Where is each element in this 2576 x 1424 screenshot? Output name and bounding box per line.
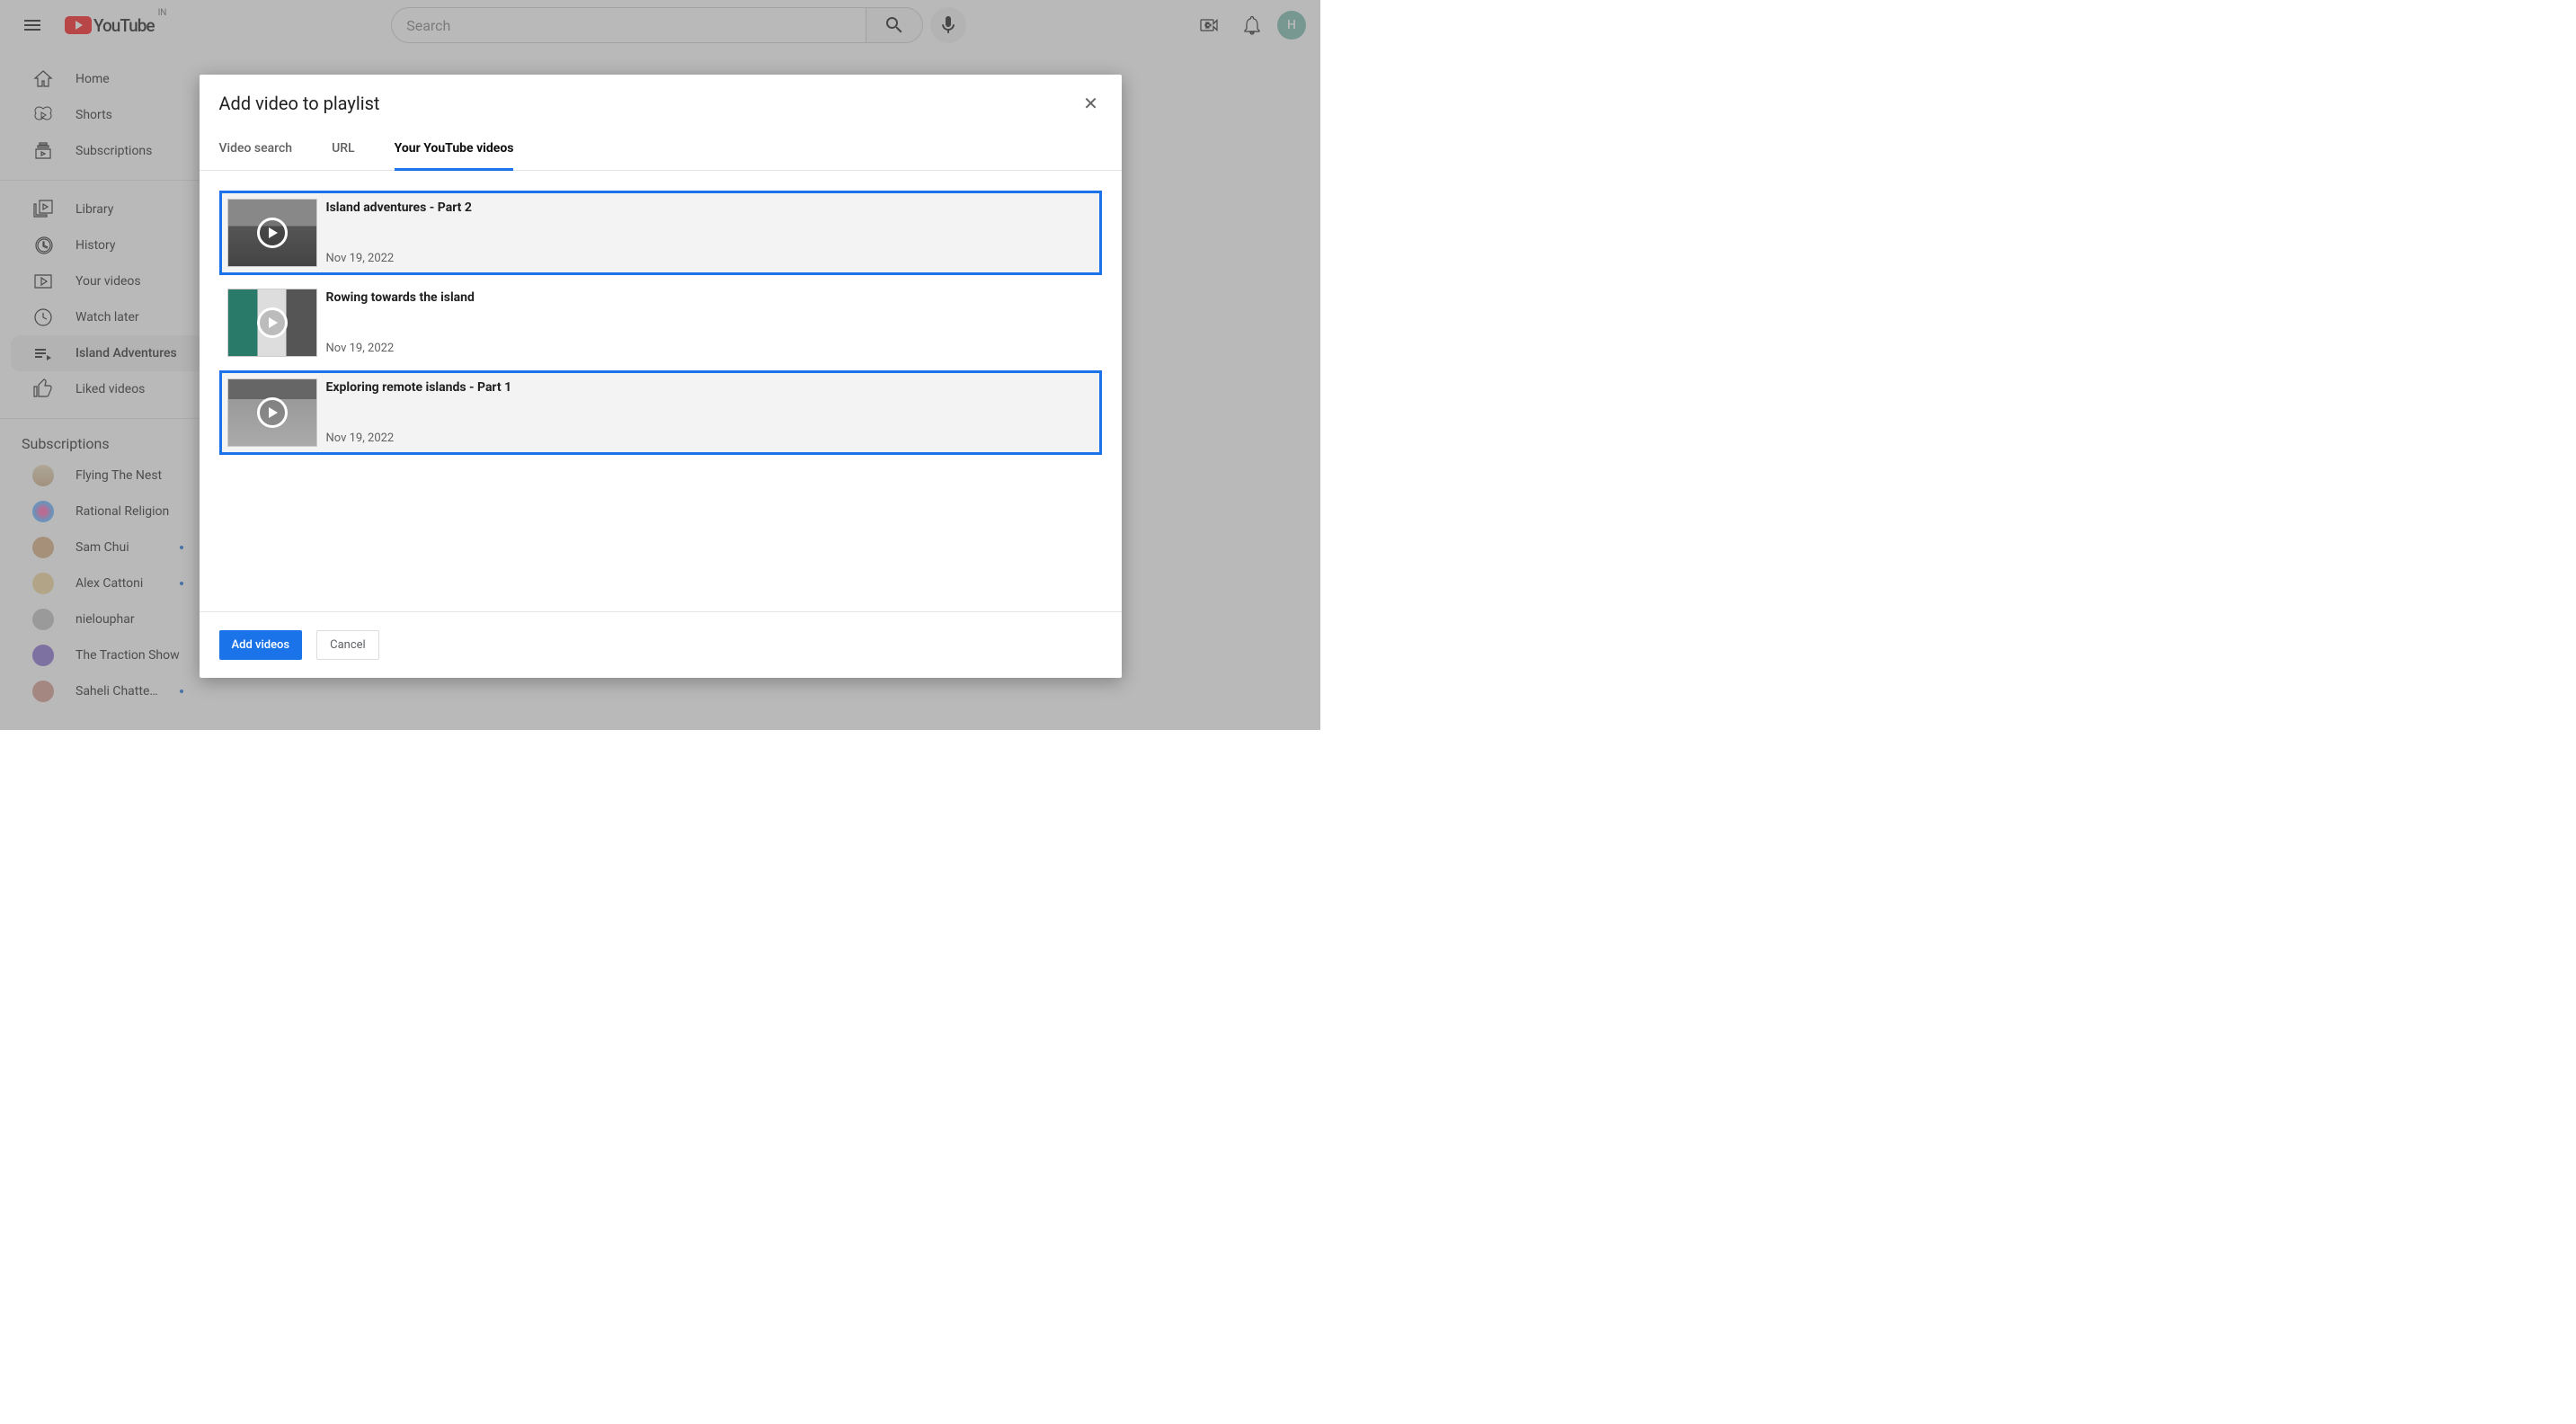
video-title: Exploring remote islands - Part 1 <box>326 380 512 395</box>
modal-tab[interactable]: URL <box>332 129 355 170</box>
play-icon <box>257 307 288 338</box>
video-thumbnail <box>227 378 317 447</box>
modal-footer: Add videos Cancel <box>200 611 1122 678</box>
video-row[interactable]: Rowing towards the island Nov 19, 2022 <box>219 280 1102 365</box>
play-icon <box>257 218 288 248</box>
close-button[interactable]: ✕ <box>1080 93 1102 114</box>
modal-title: Add video to playlist <box>219 93 380 114</box>
video-row[interactable]: Exploring remote islands - Part 1 Nov 19… <box>219 370 1102 455</box>
video-info: Rowing towards the island Nov 19, 2022 <box>326 289 475 357</box>
modal-overlay: Add video to playlist ✕ Video search URL Y… <box>0 0 1320 730</box>
cancel-button[interactable]: Cancel <box>316 630 379 660</box>
modal-header: Add video to playlist ✕ <box>200 75 1122 114</box>
video-title: Island adventures - Part 2 <box>326 200 472 215</box>
video-info: Exploring remote islands - Part 1 Nov 19… <box>326 378 512 447</box>
video-date: Nov 19, 2022 <box>326 342 475 355</box>
close-icon: ✕ <box>1083 93 1098 114</box>
modal-tab[interactable]: Your YouTube videos <box>395 129 514 171</box>
video-row[interactable]: Island adventures - Part 2 Nov 19, 2022 <box>219 191 1102 275</box>
video-date: Nov 19, 2022 <box>326 252 472 265</box>
video-thumbnail <box>227 199 317 267</box>
modal-body: Island adventures - Part 2 Nov 19, 2022 … <box>200 171 1122 611</box>
video-title: Rowing towards the island <box>326 290 475 305</box>
modal-tab[interactable]: Video search <box>219 129 293 170</box>
video-thumbnail <box>227 289 317 357</box>
modal-tabs: Video search URL Your YouTube videos <box>200 129 1122 171</box>
add-videos-button[interactable]: Add videos <box>219 630 303 660</box>
video-info: Island adventures - Part 2 Nov 19, 2022 <box>326 199 472 267</box>
video-date: Nov 19, 2022 <box>326 432 512 445</box>
play-icon <box>257 397 288 428</box>
add-video-modal: Add video to playlist ✕ Video search URL Y… <box>200 75 1122 678</box>
